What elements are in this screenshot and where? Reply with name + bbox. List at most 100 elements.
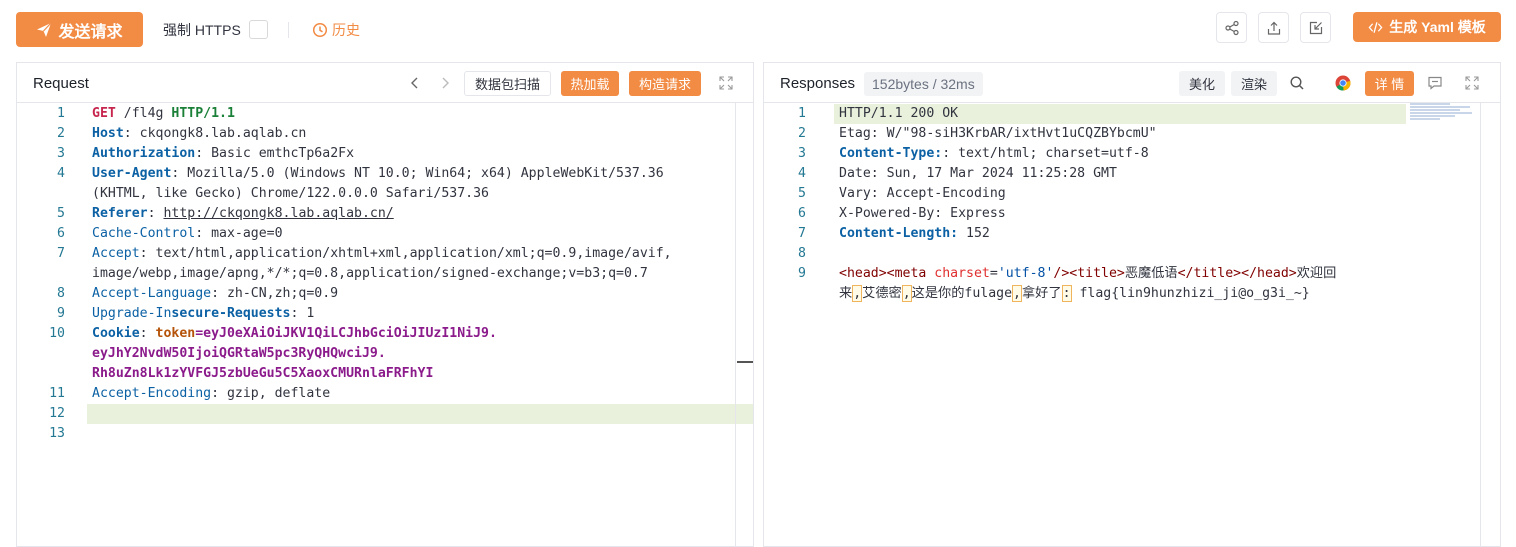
code-line: image/webp,image/apng,*/*;q=0.8,applicat… bbox=[17, 264, 753, 284]
line-number: 7 bbox=[57, 246, 65, 261]
response-panel-header: Responses 152bytes / 32ms 美化 渲染 详 情 bbox=[764, 63, 1500, 103]
history-button[interactable]: 历史 bbox=[312, 20, 360, 40]
request-scrollbar[interactable] bbox=[735, 103, 736, 547]
generate-yaml-button[interactable]: 生成 Yaml 模板 bbox=[1353, 12, 1501, 42]
chevron-right-icon bbox=[442, 77, 449, 89]
code-line: 12 bbox=[17, 404, 753, 424]
line-text: Accept-Encoding: gzip, deflate bbox=[92, 384, 330, 404]
line-text: Authorization: Basic emthcTp6a2Fx bbox=[92, 144, 354, 164]
code-token: 艾德密 bbox=[862, 286, 902, 301]
code-token: 这是你的fulage bbox=[911, 286, 1013, 301]
search-icon bbox=[1290, 76, 1304, 90]
code-token: Cache-Control bbox=[92, 226, 196, 241]
code-token: token bbox=[155, 326, 196, 341]
line-number: 1 bbox=[57, 106, 65, 121]
line-text: eyJhY2NvdW50IjoiQGRtaW5pc3RyQHQwciJ9. bbox=[92, 344, 386, 364]
line-number: 4 bbox=[57, 166, 65, 181]
code-line: 11 Accept-Encoding: gzip, deflate bbox=[17, 384, 753, 404]
upload-icon bbox=[1267, 21, 1280, 35]
line-text: 来,艾德密,这是你的fulage,拿好了: flag{lin9hunzhizi_… bbox=[839, 284, 1310, 304]
code-line: 3 Authorization: Basic emthcTp6a2Fx bbox=[17, 144, 753, 164]
build-request-button[interactable]: 构造请求 bbox=[629, 71, 701, 96]
send-request-label: 发送请求 bbox=[58, 23, 123, 41]
code-line: 13 bbox=[17, 424, 753, 444]
code-token: eyJhY2NvdW50IjoiQGRtaW5pc3RyQHQwciJ9. bbox=[92, 346, 386, 361]
prev-button[interactable] bbox=[406, 74, 424, 92]
code-token: /><title> bbox=[1053, 266, 1125, 281]
code-token: 欢迎回 bbox=[1296, 266, 1337, 281]
code-token: flag{lin9hunzhizi_ji@o_g3i_~} bbox=[1071, 286, 1310, 301]
line-text: Date: Sun, 17 Mar 2024 11:25:28 GMT bbox=[839, 164, 1117, 184]
send-request-button[interactable]: 发送请求 bbox=[16, 12, 143, 47]
force-https-checkbox[interactable] bbox=[249, 20, 268, 39]
code-line: 8 bbox=[764, 244, 1500, 264]
code-token: =eyJ0eXAiOiJKV1QiLCJhbGciOiJIUzI1NiJ9. bbox=[195, 326, 497, 341]
line-number: 6 bbox=[798, 206, 806, 221]
line-number: 3 bbox=[57, 146, 65, 161]
line-number: 7 bbox=[798, 226, 806, 241]
code-token: : text/html; charset=utf-8 bbox=[942, 146, 1149, 161]
code-line: 4 User-Agent: Mozilla/5.0 (Windows NT 10.… bbox=[17, 164, 753, 184]
top-toolbar: 发送请求 强制 HTTPS 历史 生成 Yaml 模板 bbox=[0, 0, 1516, 58]
code-token: 'utf-8' bbox=[997, 266, 1054, 281]
hot-load-button[interactable]: 热加载 bbox=[561, 71, 619, 96]
packet-scan-button[interactable]: 数据包扫描 bbox=[464, 71, 551, 96]
code-token: Cookie bbox=[92, 326, 140, 341]
code-token: = bbox=[989, 266, 998, 281]
code-token: : bbox=[139, 326, 156, 341]
details-button[interactable]: 详 情 bbox=[1365, 71, 1414, 96]
code-token: Accept-Language bbox=[92, 286, 212, 301]
expand-request-button[interactable] bbox=[717, 74, 735, 92]
code-token: User-Agent bbox=[92, 166, 172, 181]
comment-icon bbox=[1428, 76, 1442, 90]
request-editor[interactable]: 1 GET /fl4g HTTP/1.1 2 Host: ckqongk8.lab.a… bbox=[17, 103, 753, 547]
code-token: , bbox=[1012, 285, 1022, 302]
response-title: Responses bbox=[780, 75, 856, 92]
code-line: 7 Content-Length: 152 bbox=[764, 224, 1500, 244]
code-line: 7 Accept: text/html,application/xhtml+xml… bbox=[17, 244, 753, 264]
expand-response-button[interactable] bbox=[1463, 74, 1481, 92]
line-number: 8 bbox=[798, 246, 806, 261]
code-token: : gzip, deflate bbox=[211, 386, 331, 401]
response-editor[interactable]: 1 HTTP/1.1 200 OK 2 Etag: W/"98-siH3KrbAR/i… bbox=[764, 103, 1500, 547]
code-token: Accept-Encoding bbox=[92, 386, 212, 401]
line-text: Cookie: token=eyJ0eXAiOiJKV1QiLCJhbGciOi… bbox=[92, 324, 497, 344]
next-button[interactable] bbox=[436, 74, 454, 92]
beautify-button[interactable]: 美化 bbox=[1179, 71, 1225, 96]
share-button[interactable] bbox=[1216, 12, 1247, 43]
open-in-chrome-button[interactable] bbox=[1334, 74, 1352, 92]
line-number: 4 bbox=[798, 166, 806, 181]
code-token: 拿好了 bbox=[1022, 286, 1062, 301]
code-line: eyJhY2NvdW50IjoiQGRtaW5pc3RyQHQwciJ9. bbox=[17, 344, 753, 364]
comment-button[interactable] bbox=[1426, 74, 1444, 92]
fullscreen-icon bbox=[1465, 76, 1479, 90]
render-button[interactable]: 渲染 bbox=[1231, 71, 1277, 96]
request-panel: Request 数据包扫描 热加载 构造请求 1 GET /fl4g HTTP/1… bbox=[16, 62, 754, 547]
line-number: 13 bbox=[49, 426, 65, 441]
code-line: 6 Cache-Control: max-age=0 bbox=[17, 224, 753, 244]
force-https-label: 强制 HTTPS bbox=[163, 22, 241, 38]
code-line: 9 <head><meta charset='utf-8'/><title>恶魔低… bbox=[764, 264, 1500, 284]
upload-button[interactable] bbox=[1258, 12, 1289, 43]
code-token: Accept bbox=[92, 246, 140, 261]
toolbar-divider bbox=[288, 22, 289, 38]
code-token: , bbox=[852, 285, 863, 302]
code-line: 4 Date: Sun, 17 Mar 2024 11:25:28 GMT bbox=[764, 164, 1500, 184]
code-token: http://ckqongk8.lab.aqlab.cn/ bbox=[163, 206, 394, 221]
line-text: Rh8uZn8Lk1zYVFGJ5zbUeGu5C5XaoxCMURnlaFRF… bbox=[92, 364, 433, 384]
line-text: Cache-Control: max-age=0 bbox=[92, 224, 283, 244]
code-token: 来 bbox=[839, 286, 853, 301]
line-number: 5 bbox=[57, 206, 65, 221]
send-icon bbox=[37, 22, 52, 37]
line-number: 11 bbox=[49, 386, 65, 401]
import-button[interactable] bbox=[1300, 12, 1331, 43]
line-text: GET /fl4g HTTP/1.1 bbox=[92, 104, 235, 124]
code-token: Content-Type: bbox=[839, 146, 943, 161]
code-token: : text/html,application/xhtml+xml,applic… bbox=[139, 246, 672, 261]
search-button[interactable] bbox=[1288, 74, 1306, 92]
chevron-left-icon bbox=[411, 77, 418, 89]
response-minimap[interactable] bbox=[1410, 103, 1476, 123]
response-scrollbar[interactable] bbox=[1480, 103, 1481, 547]
code-token: : bbox=[1061, 285, 1072, 302]
code-token: Date: Sun, 17 Mar 2024 11:25:28 GMT bbox=[839, 166, 1117, 181]
